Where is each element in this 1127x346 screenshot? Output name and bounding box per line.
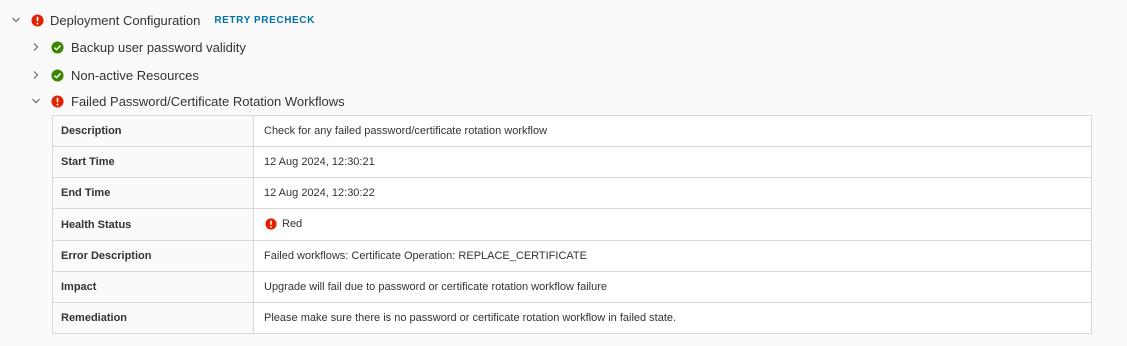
chevron-down-icon[interactable] <box>30 95 42 107</box>
tree-item-label: Failed Password/Certificate Rotation Wor… <box>71 93 345 109</box>
row-value: Check for any failed password/certificat… <box>264 125 548 137</box>
tree-item-failed-rotation-workflows[interactable]: Failed Password/Certificate Rotation Wor… <box>30 91 345 111</box>
row-key: Description <box>52 115 254 147</box>
row-value: Upgrade will fail due to password or cer… <box>253 271 1092 303</box>
row-key: Health Status <box>52 208 254 241</box>
row-value: Please make sure there is no password or… <box>253 302 1092 334</box>
table-row: Remediation Please make sure there is no… <box>52 302 1092 334</box>
chevron-right-icon[interactable] <box>30 69 42 81</box>
table-row: Start Time 12 Aug 2024, 12:30:21 <box>52 146 1092 178</box>
row-key: Start Time <box>52 146 254 178</box>
success-icon <box>50 40 64 54</box>
tree-root-label: Deployment Configuration <box>50 12 201 28</box>
details-table: Description Check for any failed passwor… <box>52 115 1092 334</box>
retry-precheck-link[interactable]: RETRY PRECHECK <box>214 15 315 26</box>
tree-item-label: Non-active Resources <box>71 67 199 83</box>
table-row: Error Description Failed workflows: Cert… <box>52 240 1092 272</box>
error-icon <box>264 217 278 231</box>
tree-root-row: Deployment Configuration RETRY PRECHECK <box>10 10 315 30</box>
row-value: 12 Aug 2024, 12:30:21 <box>253 146 1092 178</box>
health-status-text: Red <box>282 217 303 230</box>
row-key: Remediation <box>52 302 254 334</box>
error-icon <box>50 94 64 108</box>
row-key: Impact <box>52 271 254 303</box>
tree-item-non-active-resources[interactable]: Non-active Resources <box>30 65 199 85</box>
tree-item-backup-password[interactable]: Backup user password validity <box>30 37 246 57</box>
row-value: Failed workflows: Certificate Operation:… <box>253 240 1092 272</box>
health-status: Red <box>264 217 302 231</box>
row-key: End Time <box>52 177 254 209</box>
success-icon <box>50 68 64 82</box>
row-value: 12 Aug 2024, 12:30:22 <box>253 177 1092 209</box>
table-row: Health Status Red <box>52 208 1092 241</box>
error-icon <box>30 13 44 27</box>
table-row: Impact Upgrade will fail due to password… <box>52 271 1092 303</box>
table-row: Description Check for any failed passwor… <box>52 115 1092 147</box>
chevron-down-icon[interactable] <box>10 14 22 26</box>
row-key: Error Description <box>52 240 254 272</box>
tree-item-label: Backup user password validity <box>71 39 246 55</box>
row-value: Red <box>253 208 1092 241</box>
chevron-right-icon[interactable] <box>30 41 42 53</box>
table-row: End Time 12 Aug 2024, 12:30:22 <box>52 177 1092 209</box>
